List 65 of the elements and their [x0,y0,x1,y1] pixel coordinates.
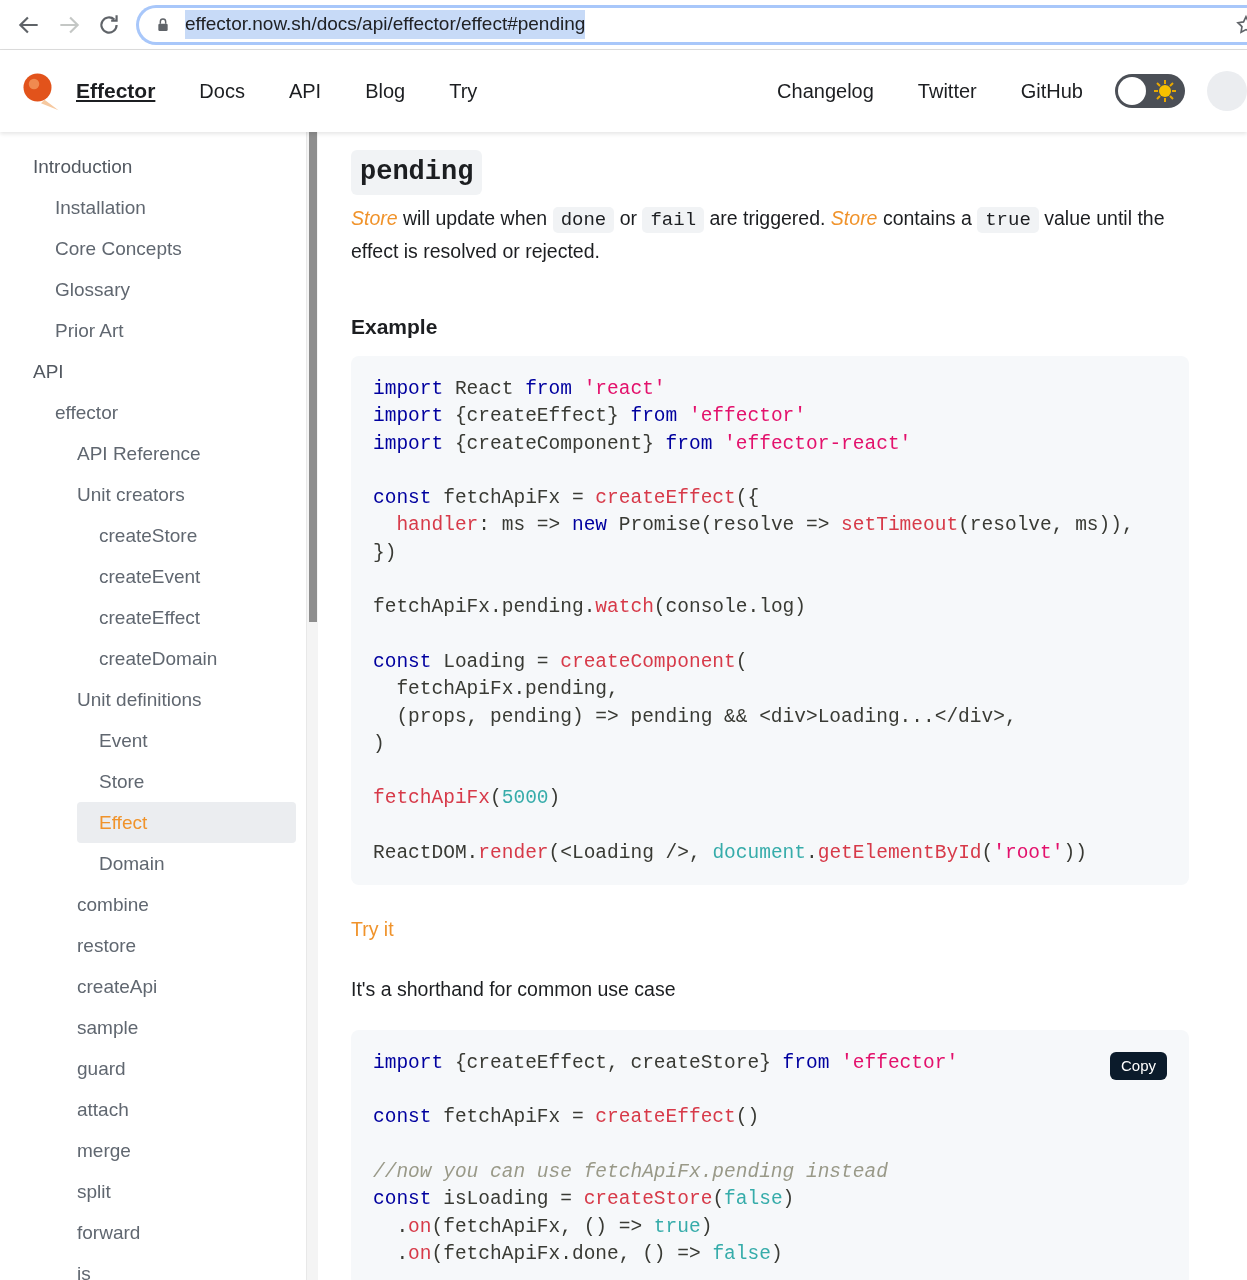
code-line: fetchApiFx(5000) [373,786,561,812]
sidebar-item[interactable]: Store [77,761,296,802]
code-line: import {createEffect, createStore} from 'effector' [373,1050,959,1076]
url-text: effector.now.sh/docs/api/effector/effect#pending [185,10,586,39]
sidebar-item[interactable]: sample [55,1007,296,1048]
sidebar-item[interactable]: effector [33,392,296,433]
nav-link[interactable]: GitHub [998,68,1105,114]
sidebar-item[interactable]: createDomain [77,638,296,679]
copy-button[interactable]: Copy [1109,1051,1167,1081]
sidebar-item[interactable]: createEvent [77,556,296,597]
nav-link[interactable]: Docs [177,68,267,114]
sidebar-item[interactable]: attach [55,1089,296,1130]
sidebar-item[interactable]: Glossary [33,269,296,310]
code-line: const Loading = createComponent( [373,649,748,675]
sidebar-item[interactable]: createEffect [77,597,296,638]
code-line: //now you can use fetchApiFx.pending instead [373,1160,888,1186]
code-line: (props, pending) => pending && <div>Loading...</div>, [395,704,1017,730]
sidebar-item[interactable]: Domain [77,843,296,884]
sidebar-item[interactable]: createApi [55,966,296,1007]
code-line: .on(fetchApiFx.done, () => false) [395,1241,783,1267]
code-line: ReactDOM.render(<Loading />, document.getElementById('root')) [373,841,1087,867]
sidebar-item[interactable]: API Reference [55,433,296,474]
sidebar-item[interactable]: guard [55,1048,296,1089]
body-text: It's a shorthand for common use case [351,976,677,1002]
sidebar-item[interactable]: Core Concepts [33,228,296,269]
sidebar-item[interactable]: merge [55,1130,296,1171]
nav-link[interactable]: Twitter [895,68,999,114]
code-line: .on(fetchApiFx, () => true) [395,1214,713,1240]
sidebar-item[interactable]: forward [55,1212,296,1253]
sidebar-item[interactable]: Unit definitions [55,679,296,720]
theme-toggle[interactable] [1115,74,1185,108]
sidebar-item[interactable]: Prior Art [33,310,296,351]
sidebar-item[interactable]: split [55,1171,296,1212]
sidebar-item[interactable]: Unit creators [55,474,296,515]
code-line: const fetchApiFx = createEffect() [373,1105,760,1131]
address-bar[interactable]: effector.now.sh/docs/api/effector/effect#pending [136,4,1247,45]
code-line: const fetchApiFx = createEffect({ [373,486,760,512]
scrollbar-thumb[interactable] [308,132,317,622]
nav-link[interactable]: Blog [343,68,428,114]
code-line: fetchApiFx.pending, [395,677,619,703]
code-line: handler: ms => new Promise(resolve => setTimeout(resolve, ms)), [395,513,1134,539]
sidebar-item[interactable]: is [55,1253,296,1280]
sidebar-item[interactable]: API [11,351,296,392]
example-heading: Example [351,313,439,340]
code-line: import React from 'react' [373,377,666,402]
brand-name[interactable]: Effector [76,75,156,107]
description-text: Store will update when done or fail are triggered. Store contains a true value until the effect is resolved or rejected. [351,205,1166,264]
sidebar-item[interactable]: createStore [77,515,296,556]
sidebar-item[interactable]: combine [55,884,296,925]
code-line: import {createEffect} from 'effector' [373,404,806,430]
lock-icon [155,16,171,33]
nav-link[interactable]: Changelog [755,68,896,114]
code-line: const isLoading = createStore(false) [373,1187,795,1213]
sidebar-item[interactable]: Event [77,720,296,761]
code-line: fetchApiFx.pending.watch(console.log) [373,595,806,621]
nav-link[interactable]: API [266,68,344,114]
code-line: import {createComponent} from 'effector-react' [373,431,912,457]
sidebar-item[interactable]: restore [55,925,296,966]
code-line: ) [373,731,385,757]
sun-icon [1153,79,1177,103]
nav-link[interactable]: Try [427,68,500,114]
code-line: }) [373,540,397,566]
sidebar-item[interactable]: Installation [33,187,296,228]
sidebar-item[interactable]: Introduction [11,146,296,187]
section-title: pending [351,150,483,195]
